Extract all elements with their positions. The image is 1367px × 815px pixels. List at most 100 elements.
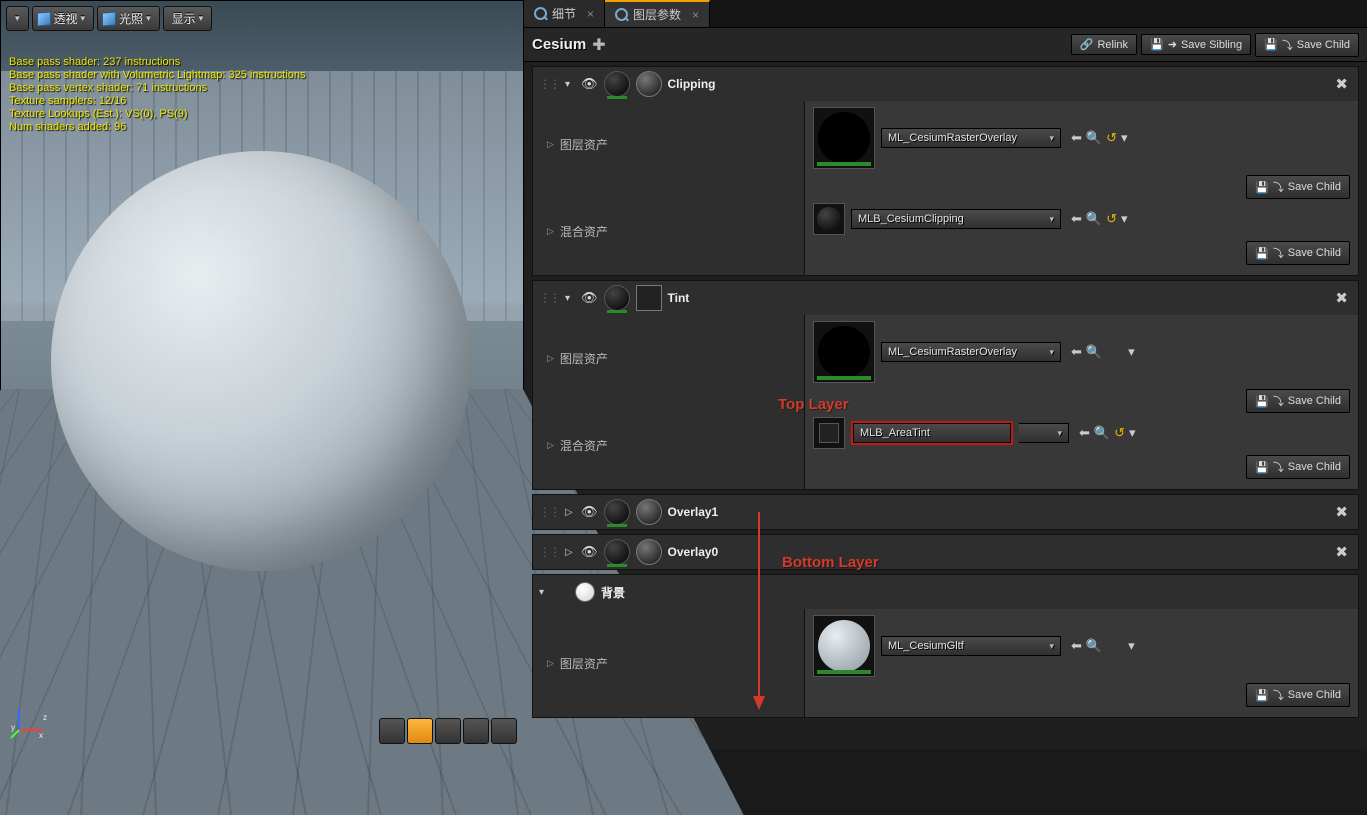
magnify-icon	[534, 7, 547, 20]
link-icon: 🔗	[1080, 38, 1094, 51]
layer-asset-dropdown[interactable]: ML_CesiumRasterOverlay▾	[881, 128, 1061, 148]
delete-layer-button[interactable]: ✖	[1331, 75, 1352, 93]
filter-icon[interactable]: ▾	[1128, 344, 1135, 360]
visibility-icon[interactable]: 👁	[581, 504, 598, 520]
layer-asset-label[interactable]: ▷图层资产	[533, 101, 804, 188]
reset-icon[interactable]: ↺	[1106, 130, 1117, 146]
asset-thumb[interactable]	[813, 321, 875, 383]
layer-header[interactable]: ⋮⋮ ▾ 👁 Tint ✖	[533, 281, 1358, 315]
browse-icon[interactable]: 🔍	[1086, 211, 1102, 227]
drag-handle-icon[interactable]: ⋮⋮	[539, 77, 559, 91]
blend-asset-label[interactable]: ▷混合资产	[533, 402, 804, 489]
reset-icon[interactable]: ↺	[1114, 425, 1125, 441]
visibility-icon[interactable]: 👁	[581, 290, 598, 306]
filter-icon[interactable]: ▾	[1129, 425, 1136, 441]
use-selected-icon[interactable]: ⬅	[1071, 211, 1082, 227]
shelf-custom[interactable]	[491, 718, 517, 744]
layer-asset-label[interactable]: ▷图层资产	[533, 315, 804, 402]
filter-icon[interactable]: ▾	[1128, 638, 1135, 654]
drag-handle-icon[interactable]: ⋮⋮	[539, 291, 559, 305]
filter-icon[interactable]: ▾	[1121, 211, 1128, 227]
viewport-menu-button[interactable]: ▾	[6, 6, 29, 31]
shelf-cube[interactable]	[463, 718, 489, 744]
layer-header[interactable]: ⋮⋮ ▾ 👁 Clipping ✖	[533, 67, 1358, 101]
layer-thumb-b	[636, 71, 662, 97]
expand-toggle[interactable]: ▾	[565, 293, 575, 304]
delete-layer-button[interactable]: ✖	[1331, 289, 1352, 307]
expand-toggle[interactable]: ▾	[565, 79, 575, 90]
relink-button[interactable]: 🔗Relink	[1071, 34, 1137, 55]
axis-gizmo[interactable]: z y x	[9, 700, 49, 740]
layer-thumb	[575, 582, 595, 602]
layer-thumb-b	[636, 285, 662, 311]
save-icon: 💾	[1264, 38, 1278, 51]
layer-thumb-a	[604, 539, 630, 565]
blend-asset-label[interactable]: ▷混合资产	[533, 188, 804, 275]
layer-background: ▾ 背景 ▷图层资产 ML_CesiumGltf▾ ⬅	[532, 574, 1359, 718]
asset-thumb-small[interactable]	[813, 203, 845, 235]
save-child-button[interactable]: 💾⤵Save Child	[1246, 175, 1350, 199]
blend-asset-dropdown[interactable]: MLB_CesiumClipping▾	[851, 209, 1061, 229]
delete-layer-button[interactable]: ✖	[1331, 503, 1352, 521]
use-selected-icon[interactable]: ⬅	[1079, 425, 1090, 441]
tab-layer-params[interactable]: 图层参数 ×	[605, 0, 710, 27]
shelf-sphere[interactable]	[407, 718, 433, 744]
blend-asset-dropdown-caret[interactable]: ▾	[1019, 423, 1069, 443]
layer-overlay1: ⋮⋮ ▷ 👁 Overlay1 ✖	[532, 494, 1359, 530]
browse-icon[interactable]: 🔍	[1086, 638, 1102, 654]
use-selected-icon[interactable]: ⬅	[1071, 638, 1082, 654]
expand-toggle[interactable]: ▾	[539, 587, 549, 598]
save-child-button[interactable]: 💾⤵Save Child	[1246, 241, 1350, 265]
layer-tint: ⋮⋮ ▾ 👁 Tint ✖ ▷图层资产 ▷混合资产 ML_Cesium	[532, 280, 1359, 490]
use-selected-icon[interactable]: ⬅	[1071, 130, 1082, 146]
save-child-button[interactable]: 💾⤵Save Child	[1255, 33, 1359, 57]
lit-button[interactable]: 光照▾	[97, 6, 160, 31]
viewport-toolbar: ▾ 透视▾ 光照▾ 显示▾	[6, 6, 212, 31]
layer-clipping: ⋮⋮ ▾ 👁 Clipping ✖ ▷图层资产 ▷混合资产 ML_Ce	[532, 66, 1359, 276]
layer-asset-dropdown[interactable]: ML_CesiumRasterOverlay▾	[881, 342, 1061, 362]
close-icon[interactable]: ×	[692, 8, 699, 22]
browse-icon[interactable]: 🔍	[1094, 425, 1110, 441]
layer-thumb-a	[604, 285, 630, 311]
filter-icon[interactable]: ▾	[1121, 130, 1128, 146]
layer-header[interactable]: ▾ 背景	[533, 575, 1358, 609]
perspective-button[interactable]: 透视▾	[32, 6, 95, 31]
visibility-icon[interactable]: 👁	[581, 76, 598, 92]
layer-header[interactable]: ⋮⋮ ▷ 👁 Overlay0 ✖	[533, 535, 1358, 569]
asset-thumb[interactable]	[813, 615, 875, 677]
layer-header[interactable]: ⋮⋮ ▷ 👁 Overlay1 ✖	[533, 495, 1358, 529]
shelf-plane[interactable]	[435, 718, 461, 744]
browse-icon[interactable]: 🔍	[1086, 130, 1102, 146]
asset-thumb[interactable]	[813, 107, 875, 169]
shader-stats: Base pass shader: 237 instructions Base …	[9, 56, 306, 134]
close-icon[interactable]: ×	[587, 7, 594, 21]
layer-thumb-a	[604, 71, 630, 97]
save-child-button[interactable]: 💾⤵Save Child	[1246, 455, 1350, 479]
drag-handle-icon[interactable]: ⋮⋮	[539, 545, 559, 559]
tab-details[interactable]: 细节 ×	[524, 0, 605, 27]
expand-toggle[interactable]: ▷	[565, 507, 575, 518]
panel-title: Cesium	[532, 36, 586, 53]
browse-icon[interactable]: 🔍	[1086, 344, 1102, 360]
visibility-icon[interactable]: 👁	[581, 544, 598, 560]
blend-asset-dropdown[interactable]: MLB_AreaTint	[853, 423, 1011, 443]
material-viewport[interactable]: ▾ 透视▾ 光照▾ 显示▾ Base pass shader: 237 inst…	[0, 0, 524, 749]
reset-icon[interactable]: ↺	[1106, 211, 1117, 227]
save-sibling-button[interactable]: 💾➜Save Sibling	[1141, 34, 1251, 55]
save-child-button[interactable]: 💾⤵Save Child	[1246, 683, 1350, 707]
show-button[interactable]: 显示▾	[163, 6, 213, 31]
layer-overlay0: ⋮⋮ ▷ 👁 Overlay0 ✖	[532, 534, 1359, 570]
delete-layer-button[interactable]: ✖	[1331, 543, 1352, 561]
expand-toggle[interactable]: ▷	[565, 547, 575, 558]
add-layer-button[interactable]: ✚	[592, 35, 605, 55]
asset-thumb-small[interactable]	[813, 417, 845, 449]
svg-text:x: x	[39, 731, 43, 740]
layer-asset-dropdown[interactable]: ML_CesiumGltf▾	[881, 636, 1061, 656]
save-child-button[interactable]: 💾⤵Save Child	[1246, 389, 1350, 413]
layer-asset-label[interactable]: ▷图层资产	[533, 609, 804, 717]
drag-handle-icon[interactable]: ⋮⋮	[539, 505, 559, 519]
shelf-cylinder[interactable]	[379, 718, 405, 744]
tab-bar: 细节 × 图层参数 ×	[524, 0, 1367, 28]
perspective-icon	[37, 11, 51, 26]
use-selected-icon[interactable]: ⬅	[1071, 344, 1082, 360]
